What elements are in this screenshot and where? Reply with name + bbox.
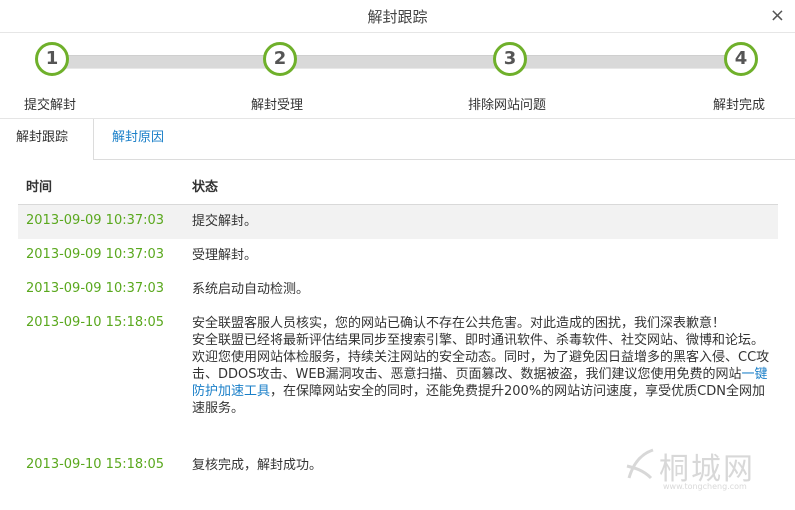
- row-time: 2013-09-09 10:37:03: [26, 247, 165, 262]
- status-text: 欢迎您使用网站体检服务，持续关注网站的安全动态。同时，为了避免因日益增多的黑客入…: [192, 350, 770, 382]
- watermark-subtext: www.tongcheng.com: [663, 482, 747, 491]
- header-status: 状态: [192, 180, 219, 195]
- row-time: 2013-09-09 10:37:03: [26, 281, 165, 296]
- step-3-circle: 3: [493, 42, 527, 76]
- step-3-label: 排除网站问题: [468, 98, 547, 113]
- row-status: 提交解封。: [192, 214, 258, 229]
- status-paragraph: 安全联盟已经将最新评估结果同步至搜索引擎、即时通讯软件、杀毒软件、社交网站、微博…: [192, 333, 765, 348]
- row-status: 系统启动自动检测。: [192, 282, 310, 297]
- tracking-table: 时间 状态 2013-09-09 10:37:03 提交解封。 2013-09-…: [18, 168, 778, 483]
- step-4-label: 解封完成: [713, 98, 766, 113]
- table-row: 2013-09-09 10:37:03 系统启动自动检测。: [18, 273, 778, 307]
- row-status: 安全联盟客服人员核实，您的网站已确认不存在公共危害。对此造成的困扰，我们深表歉意…: [192, 315, 772, 417]
- row-time: 2013-09-09 10:37:03: [26, 213, 165, 228]
- table-row: 2013-09-09 10:37:03 提交解封。: [18, 205, 778, 239]
- status-text: ，在保障网站安全的同时，还能免费提升200%的网站访问速度，享受优质CDN全网加…: [192, 384, 765, 416]
- step-1-label: 提交解封: [24, 98, 77, 113]
- close-icon[interactable]: ×: [770, 6, 785, 26]
- step-1-circle: 1: [35, 42, 69, 76]
- row-time: 2013-09-10 15:18:05: [26, 315, 165, 330]
- step-2-circle: 2: [263, 42, 297, 76]
- table-row: 2013-09-10 15:18:05 安全联盟客服人员核实，您的网站已确认不存…: [18, 307, 778, 449]
- status-paragraph: 安全联盟客服人员核实，您的网站已确认不存在公共危害。对此造成的困扰，我们深表歉意…: [192, 316, 726, 331]
- watermark-logo: 桐城网 www.tongcheng.com: [623, 440, 773, 500]
- header-time: 时间: [26, 180, 53, 195]
- tab-bar: 解封跟踪 解封原因: [0, 118, 795, 160]
- step-4-circle: 4: [724, 42, 758, 76]
- row-time: 2013-09-10 15:18:05: [26, 457, 165, 472]
- tab-unblock-reason[interactable]: 解封原因: [96, 119, 180, 159]
- tab-unblock-tracking[interactable]: 解封跟踪: [0, 119, 94, 160]
- table-header: 时间 状态: [18, 168, 778, 205]
- progress-steps: 1 提交解封 2 解封受理 3 排除网站问题 4 解封完成: [0, 32, 795, 118]
- dialog-title: 解封跟踪: [367, 8, 428, 26]
- step-2-label: 解封受理: [251, 98, 304, 113]
- watermark-icon: [626, 448, 654, 480]
- progress-track: [52, 55, 742, 69]
- table-row: 2013-09-09 10:37:03 受理解封。: [18, 239, 778, 273]
- status-paragraph: 欢迎您使用网站体检服务，持续关注网站的安全动态。同时，为了避免因日益增多的黑客入…: [192, 349, 772, 417]
- dialog-titlebar: 解封跟踪 ×: [0, 0, 795, 33]
- row-status: 受理解封。: [192, 248, 258, 263]
